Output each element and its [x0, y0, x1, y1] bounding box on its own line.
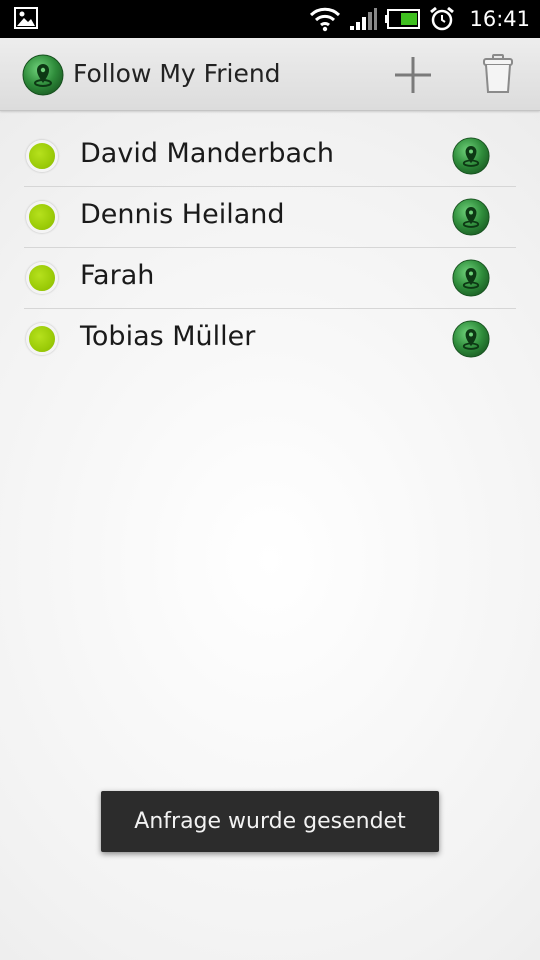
friend-row[interactable]: Dennis Heiland	[24, 187, 516, 248]
friend-name: David Manderbach	[80, 138, 334, 169]
status-time: 16:41	[469, 7, 530, 31]
map-pin-icon[interactable]	[452, 320, 490, 358]
map-pin-logo-icon[interactable]	[22, 54, 64, 96]
action-bar: Follow My Friend	[0, 38, 540, 111]
plus-icon[interactable]	[393, 55, 433, 95]
online-status-dot	[26, 140, 58, 172]
toast-message: Anfrage wurde gesendet	[101, 791, 439, 852]
trash-icon[interactable]	[482, 54, 514, 94]
status-bar: 16:41	[0, 0, 540, 38]
friend-name: Tobias Müller	[80, 321, 256, 352]
friend-row[interactable]: David Manderbach	[24, 126, 516, 187]
friend-row[interactable]: Farah	[24, 248, 516, 309]
signal-icon	[350, 8, 378, 30]
online-status-dot	[26, 262, 58, 294]
toast-text: Anfrage wurde gesendet	[134, 809, 406, 834]
map-pin-icon[interactable]	[452, 259, 490, 297]
friend-list: David Manderbach Dennis Heiland Farah To…	[24, 126, 516, 369]
gallery-notification-icon	[14, 7, 38, 29]
map-pin-icon[interactable]	[452, 198, 490, 236]
map-pin-icon[interactable]	[452, 137, 490, 175]
battery-icon	[385, 9, 421, 29]
friend-name: Farah	[80, 260, 155, 291]
online-status-dot	[26, 323, 58, 355]
app-title: Follow My Friend	[73, 59, 281, 88]
friend-name: Dennis Heiland	[80, 199, 285, 230]
wifi-icon	[310, 7, 341, 32]
friend-row[interactable]: Tobias Müller	[24, 309, 516, 369]
alarm-icon	[430, 6, 455, 31]
online-status-dot	[26, 201, 58, 233]
